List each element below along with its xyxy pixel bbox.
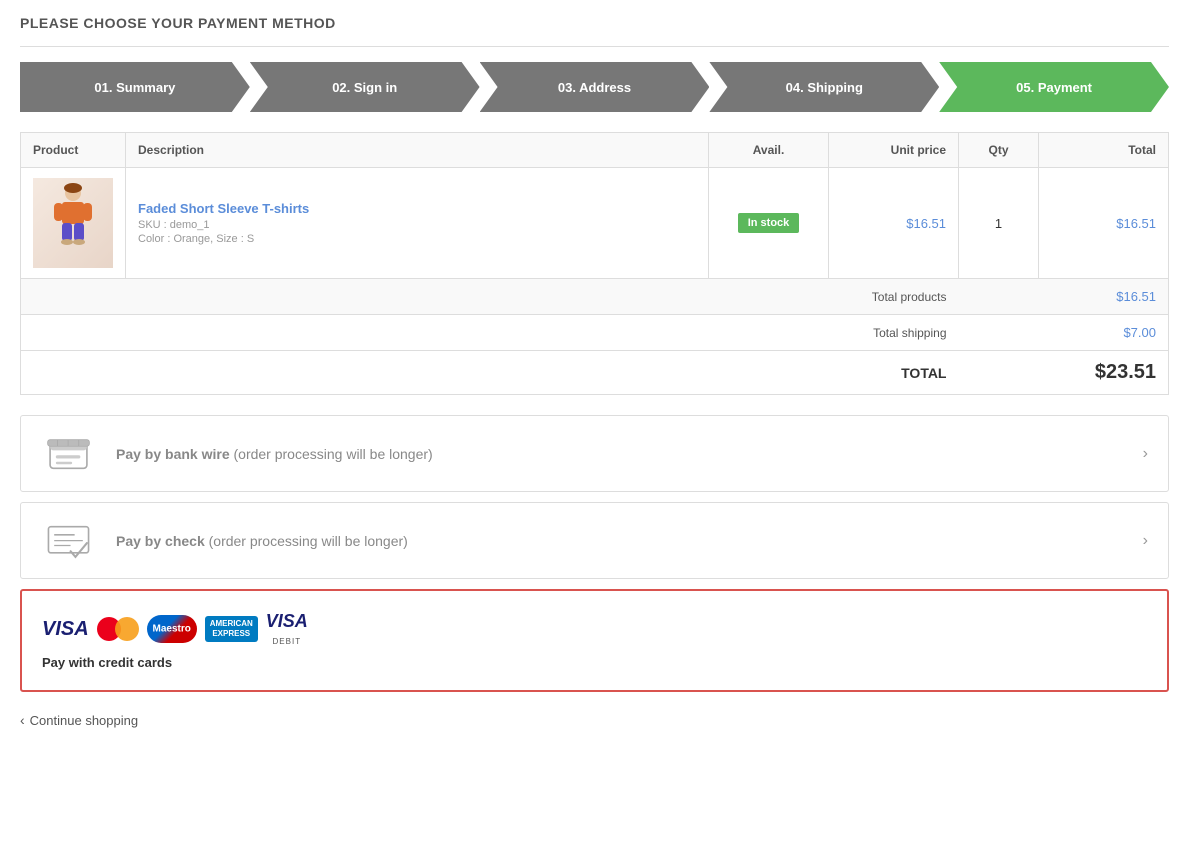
payment-bank-wire[interactable]: Pay by bank wire (order processing will … [20,415,1169,492]
table-row: Faded Short Sleeve T-shirts SKU : demo_1… [21,168,1169,279]
col-avail: Avail. [709,133,829,168]
page-title: PLEASE CHOOSE YOUR PAYMENT METHOD [20,15,1169,31]
product-color-size: Color : Orange, Size : S [138,233,696,245]
continue-shopping-label: Continue shopping [30,713,138,728]
product-name[interactable]: Faded Short Sleeve T-shirts [138,201,696,216]
bank-wire-label: Pay by bank wire (order processing will … [116,446,1143,462]
step-shipping[interactable]: 04. Shipping [709,62,939,112]
in-stock-badge: In stock [738,213,800,233]
grand-total-value: $23.51 [959,351,1169,395]
total-products-value: $16.51 [959,279,1169,315]
bank-wire-arrow: › [1143,445,1148,463]
col-product: Product [21,133,126,168]
credit-card-logos: VISA Maestro AMERICANEXPRESS VISA DEBIT [42,606,1147,675]
total-shipping-label: Total shipping [21,315,959,351]
total-products-label: Total products [21,279,959,315]
total-cell: $16.51 [1039,168,1169,279]
visa-logo: VISA [42,618,89,641]
back-chevron-icon: ‹ [20,712,25,728]
order-table: Product Description Avail. Unit price Qt… [20,132,1169,395]
credit-card-label: Pay with credit cards [42,655,1147,670]
step-signin[interactable]: 02. Sign in [250,62,480,112]
product-sku: SKU : demo_1 [138,219,696,231]
bank-wire-icon [41,431,96,476]
col-qty: Qty [959,133,1039,168]
col-description: Description [126,133,709,168]
col-total: Total [1039,133,1169,168]
visa-debit-logo: VISA DEBIT [266,611,308,647]
availability-cell: In stock [709,168,829,279]
mastercard-logo [97,615,139,643]
payment-options: Pay by bank wire (order processing will … [20,415,1169,692]
total-shipping-row: Total shipping $7.00 [21,315,1169,351]
amex-logo: AMERICANEXPRESS [205,616,258,643]
step-address[interactable]: 03. Address [480,62,710,112]
grand-total-row: TOTAL $23.51 [21,351,1169,395]
step-summary[interactable]: 01. Summary [20,62,250,112]
check-label: Pay by check (order processing will be l… [116,533,1143,549]
total-products-row: Total products $16.51 [21,279,1169,315]
unit-price-cell: $16.51 [829,168,959,279]
step-payment[interactable]: 05. Payment [939,62,1169,112]
product-details-cell: Faded Short Sleeve T-shirts SKU : demo_1… [126,168,709,279]
check-arrow: › [1143,532,1148,550]
grand-total-label: TOTAL [21,351,959,395]
product-image-cell [21,168,126,279]
checkout-steps: 01. Summary 02. Sign in 03. Address 04. … [20,62,1169,112]
payment-credit-card[interactable]: VISA Maestro AMERICANEXPRESS VISA DEBIT [20,589,1169,692]
maestro-logo: Maestro [147,615,197,643]
qty-cell: 1 [959,168,1039,279]
continue-shopping-link[interactable]: ‹ Continue shopping [20,712,1169,728]
total-shipping-value: $7.00 [959,315,1169,351]
col-unit-price: Unit price [829,133,959,168]
check-icon [41,518,96,563]
payment-check[interactable]: Pay by check (order processing will be l… [20,502,1169,579]
